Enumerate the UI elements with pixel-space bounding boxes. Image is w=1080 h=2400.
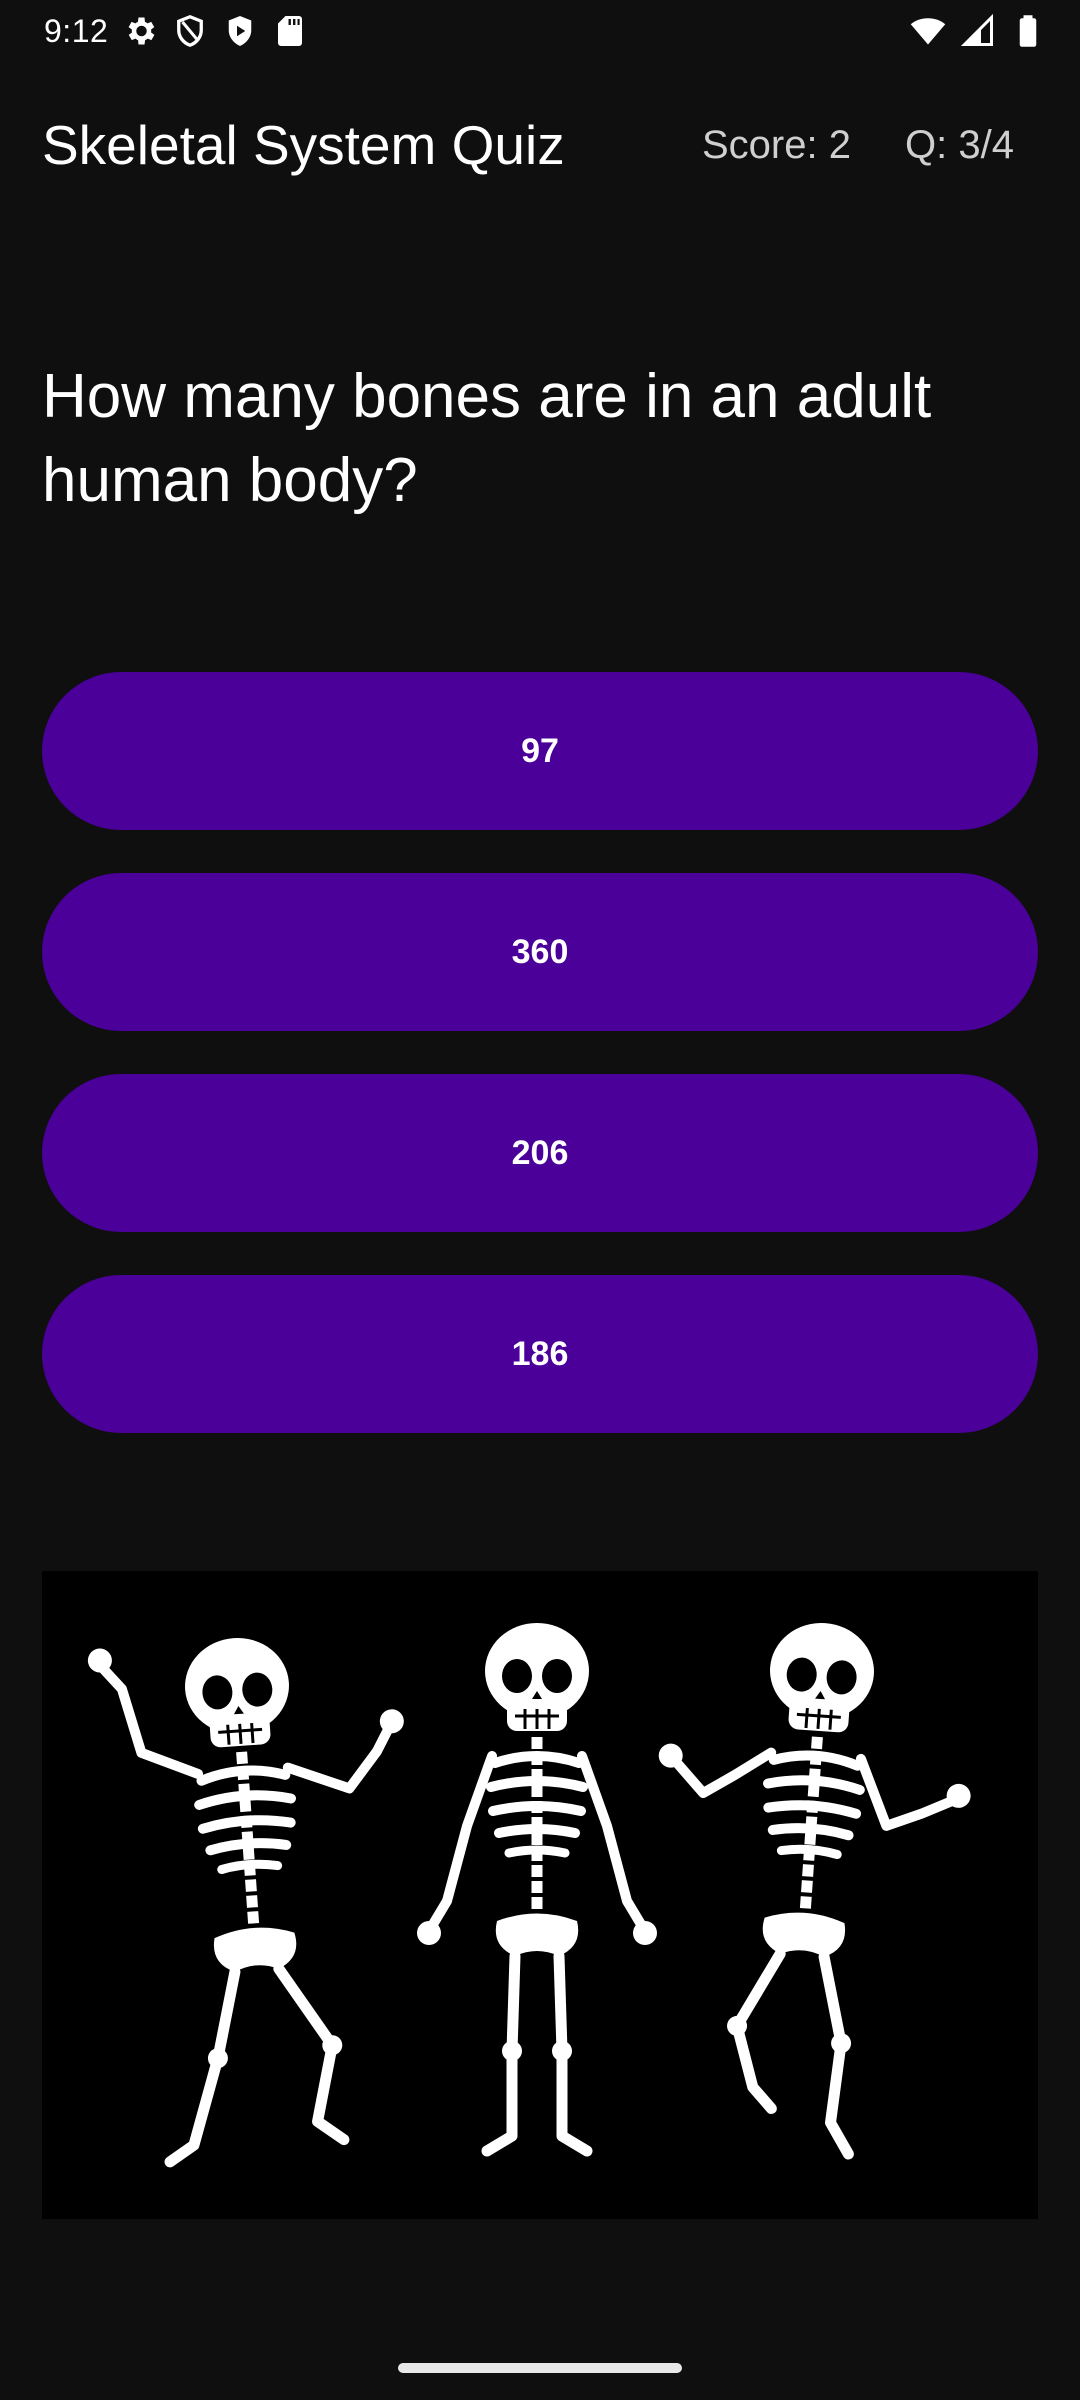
answer-button-1[interactable]: 97: [42, 672, 1038, 830]
sd-card-icon: [272, 13, 308, 49]
question-text: How many bones are in an adult human bod…: [42, 362, 932, 515]
status-time: 9:12: [44, 12, 109, 49]
answer-button-3[interactable]: 206: [42, 1074, 1038, 1232]
skeletons-illustration: [42, 1571, 1038, 2219]
skeleton-center: [417, 1623, 657, 2157]
shield-icon: [172, 13, 208, 49]
gesture-nav-bar[interactable]: [398, 2363, 682, 2373]
skeleton-right: [658, 1612, 971, 2160]
skeletons-image: [87, 1571, 971, 2168]
app-title: Skeletal System Quiz: [42, 114, 565, 176]
status-bar: 9:12: [0, 0, 1080, 62]
gear-icon: [122, 13, 158, 49]
status-right: [910, 13, 1046, 49]
score-label: Score: 2: [702, 122, 851, 167]
app-bar: Skeletal System Quiz Score: 2 Q: 3/4: [0, 100, 1080, 190]
status-left: 9:12: [44, 13, 308, 50]
answer-button-4[interactable]: 186: [42, 1275, 1038, 1433]
signal-icon: [960, 13, 996, 49]
wifi-icon: [910, 13, 946, 49]
play-protect-icon: [222, 13, 258, 49]
battery-icon: [1010, 13, 1046, 49]
question-counter: Q: 3/4: [905, 122, 1014, 167]
answer-button-2[interactable]: 360: [42, 873, 1038, 1031]
skeleton-left: [87, 1627, 404, 2168]
